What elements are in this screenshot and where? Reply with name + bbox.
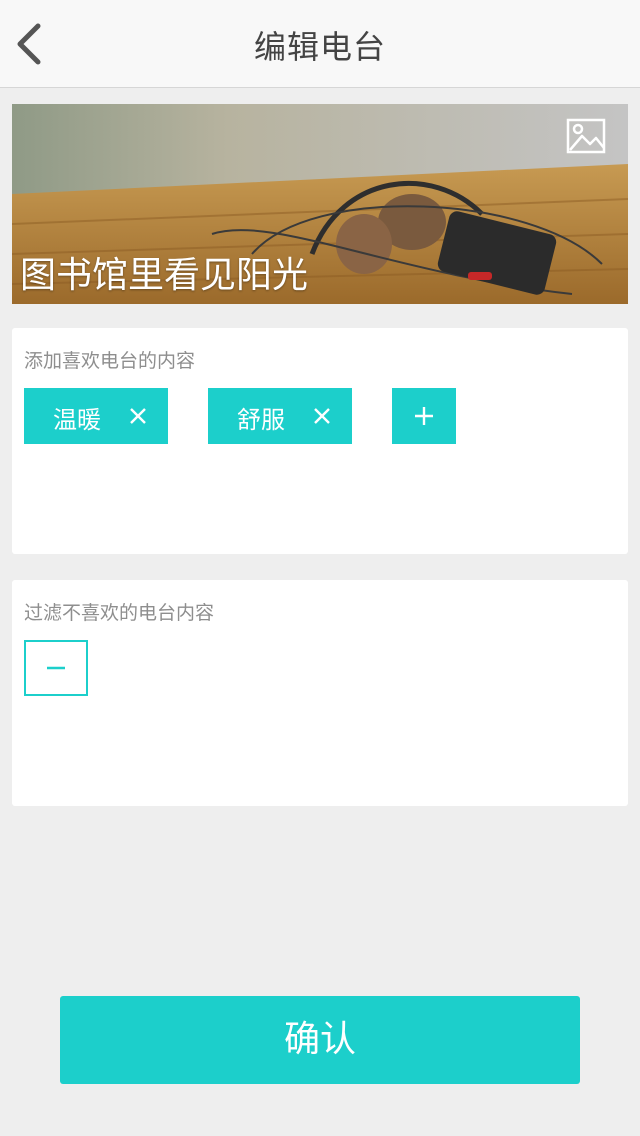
close-icon[interactable] (310, 404, 334, 428)
page-title: 编辑电台 (253, 28, 386, 66)
image-icon[interactable] (566, 118, 606, 154)
like-section-label: 添加喜欢电台的内容 (24, 350, 196, 372)
tag-chip[interactable]: 温暖 (24, 388, 168, 444)
station-name: 图书馆里看见阳光 (20, 255, 309, 296)
confirm-button[interactable]: 确认 (60, 996, 580, 1084)
plus-icon (415, 407, 433, 425)
minus-icon (47, 666, 65, 670)
dislike-section-label: 过滤不喜欢的电台内容 (24, 602, 215, 624)
like-section: 添加喜欢电台的内容 温暖 舒服 (12, 328, 628, 554)
close-icon[interactable] (126, 404, 150, 428)
add-tag-button[interactable] (392, 388, 456, 444)
station-cover[interactable]: 图书馆里看见阳光 (12, 104, 628, 304)
tag-label: 温暖 (53, 406, 101, 434)
add-filter-button[interactable] (24, 640, 88, 696)
tag-chip[interactable]: 舒服 (208, 388, 352, 444)
tag-label: 舒服 (237, 406, 285, 434)
navigation-bar: 编辑电台 (0, 0, 640, 88)
dislike-section: 过滤不喜欢的电台内容 (12, 580, 628, 806)
